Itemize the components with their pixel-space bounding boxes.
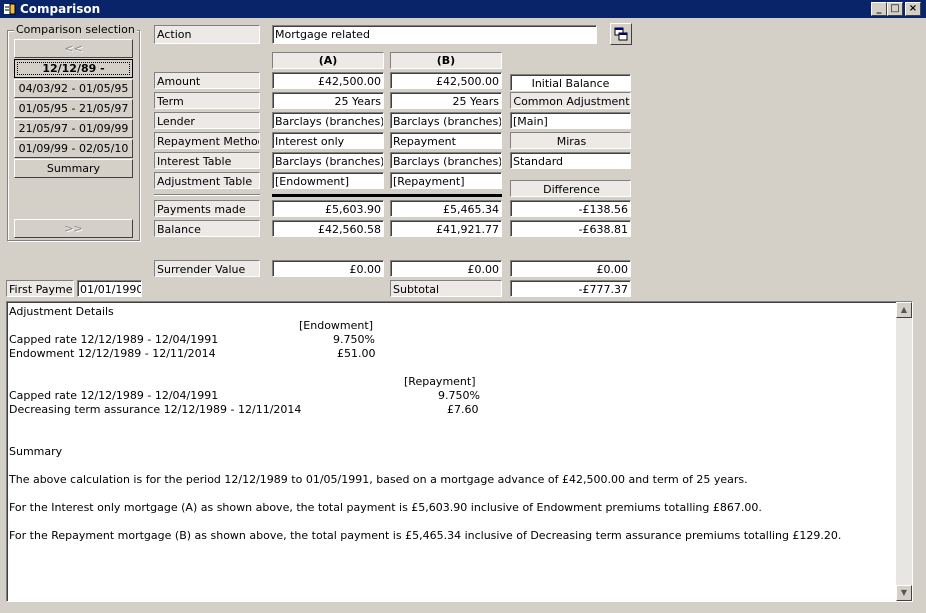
surrender-value-label: Surrender Value [154, 260, 260, 277]
close-icon: × [908, 3, 918, 14]
adjustment-table-label: Adjustment Table [154, 172, 260, 189]
payments-a-field[interactable]: £5,603.90 [272, 200, 384, 217]
amount-a-field[interactable]: £42,500.00 [272, 72, 384, 89]
subtotal-field[interactable]: -£777.37 [510, 280, 631, 297]
maximize-icon: □ [890, 3, 900, 14]
surrender-a-field[interactable]: £0.00 [272, 260, 384, 277]
action-picker-button[interactable] [610, 23, 632, 45]
adjustment-table-b-field[interactable]: [Repayment] [390, 172, 502, 189]
interest-table-label: Interest Table [154, 152, 260, 169]
initial-balance-field[interactable]: Initial Balance [510, 74, 631, 91]
period-button-4[interactable]: 21/05/97 - 01/09/99 [14, 119, 133, 138]
adjustment-table-a-field[interactable]: [Endowment] [272, 172, 384, 189]
previous-button[interactable]: << [14, 39, 133, 58]
surrender-difference-field[interactable]: £0.00 [510, 260, 631, 277]
interest-table-a-field[interactable]: Barclays (branches) [272, 152, 384, 169]
period-button-3[interactable]: 01/05/95 - 21/05/97 [14, 99, 133, 118]
column-a-header: (A) [272, 52, 384, 69]
title-bar: Comparison _ □ × [0, 0, 926, 18]
endowment-line-2-label: Endowment 12/12/1989 - 12/11/2014 [9, 347, 216, 360]
maximize-button[interactable]: □ [887, 2, 903, 16]
period-button-1[interactable]: 12/12/89 - 01/05/91 [14, 59, 133, 92]
repayment-line-2-value: £7.60 [447, 403, 479, 416]
column-b-header: (B) [390, 52, 502, 69]
repayment-method-b-field[interactable]: Repayment [390, 132, 502, 149]
action-label: Action [154, 25, 260, 44]
payments-difference-field[interactable]: -£138.56 [510, 200, 631, 217]
amount-label: Amount [154, 72, 260, 89]
arrow-down-icon: ▼ [900, 588, 908, 597]
minimize-button[interactable]: _ [871, 2, 887, 16]
balance-b-field[interactable]: £41,921.77 [390, 220, 502, 237]
window-title: Comparison [20, 2, 101, 16]
repayment-line-1-value: 9.750% [438, 389, 480, 402]
comparison-selection-label: Comparison selection [14, 23, 137, 36]
app-icon [3, 2, 17, 16]
summary-line-2: For the Interest only mortgage (A) as sh… [9, 501, 762, 514]
payments-made-label: Payments made [154, 200, 260, 217]
arrow-up-icon: ▲ [900, 305, 908, 314]
summary-line-1: The above calculation is for the period … [9, 473, 748, 486]
miras-label: Miras [510, 132, 631, 149]
vertical-scrollbar[interactable]: ▲ ▼ [896, 302, 912, 601]
repayment-method-a-field[interactable]: Interest only [272, 132, 384, 149]
common-adjustment-field[interactable]: [Main] [510, 112, 631, 129]
summary-button[interactable]: Summary [14, 159, 133, 178]
repayment-header: [Repayment] [404, 375, 476, 388]
first-payment-field[interactable]: 01/01/1990 [77, 280, 142, 297]
summary-heading: Summary [9, 445, 63, 458]
difference-label: Difference [510, 180, 631, 197]
adjustment-details-text[interactable]: Adjustment Details [Endowment] Capped ra… [6, 301, 913, 602]
term-a-field[interactable]: 25 Years [272, 92, 384, 109]
repayment-line-1-label: Capped rate 12/12/1989 - 12/04/1991 [9, 389, 219, 402]
windows-icon [614, 27, 628, 41]
surrender-b-field[interactable]: £0.00 [390, 260, 502, 277]
separator [154, 194, 260, 196]
next-button[interactable]: >> [14, 219, 133, 238]
first-payment-label: First Payment [6, 280, 74, 297]
balance-a-field[interactable]: £42,560.58 [272, 220, 384, 237]
endowment-line-2-value: £51.00 [337, 347, 376, 360]
term-b-field[interactable]: 25 Years [390, 92, 502, 109]
repayment-line-2-label: Decreasing term assurance 12/12/1989 - 1… [9, 403, 302, 416]
action-field[interactable]: Mortgage related [272, 25, 597, 44]
endowment-line-1-label: Capped rate 12/12/1989 - 12/04/1991 [9, 333, 219, 346]
lender-b-field[interactable]: Barclays (branches) [390, 112, 502, 129]
amount-b-field[interactable]: £42,500.00 [390, 72, 502, 89]
period-button-5[interactable]: 01/09/99 - 02/05/10 [14, 139, 133, 158]
lender-label: Lender [154, 112, 260, 129]
repayment-method-label: Repayment Method [154, 132, 260, 149]
payments-b-field[interactable]: £5,465.34 [390, 200, 502, 217]
balance-difference-field[interactable]: -£638.81 [510, 220, 631, 237]
common-adjustment-label: Common Adjustment [510, 92, 631, 109]
summary-line-3: For the Repayment mortgage (B) as shown … [9, 529, 842, 542]
close-button[interactable]: × [905, 2, 921, 16]
balance-label: Balance [154, 220, 260, 237]
period-button-2[interactable]: 04/03/92 - 01/05/95 [14, 79, 133, 98]
term-label: Term [154, 92, 260, 109]
lender-a-field[interactable]: Barclays (branches) [272, 112, 384, 129]
miras-field[interactable]: Standard [510, 152, 631, 169]
interest-table-b-field[interactable]: Barclays (branches) [390, 152, 502, 169]
subtotal-label: Subtotal [390, 280, 502, 297]
details-heading: Adjustment Details [9, 305, 114, 318]
separator [272, 194, 502, 197]
endowment-line-1-value: 9.750% [333, 333, 375, 346]
scroll-up-button[interactable]: ▲ [896, 302, 912, 318]
endowment-header: [Endowment] [299, 319, 373, 332]
scroll-down-button[interactable]: ▼ [896, 585, 912, 601]
minimize-icon: _ [876, 3, 882, 14]
